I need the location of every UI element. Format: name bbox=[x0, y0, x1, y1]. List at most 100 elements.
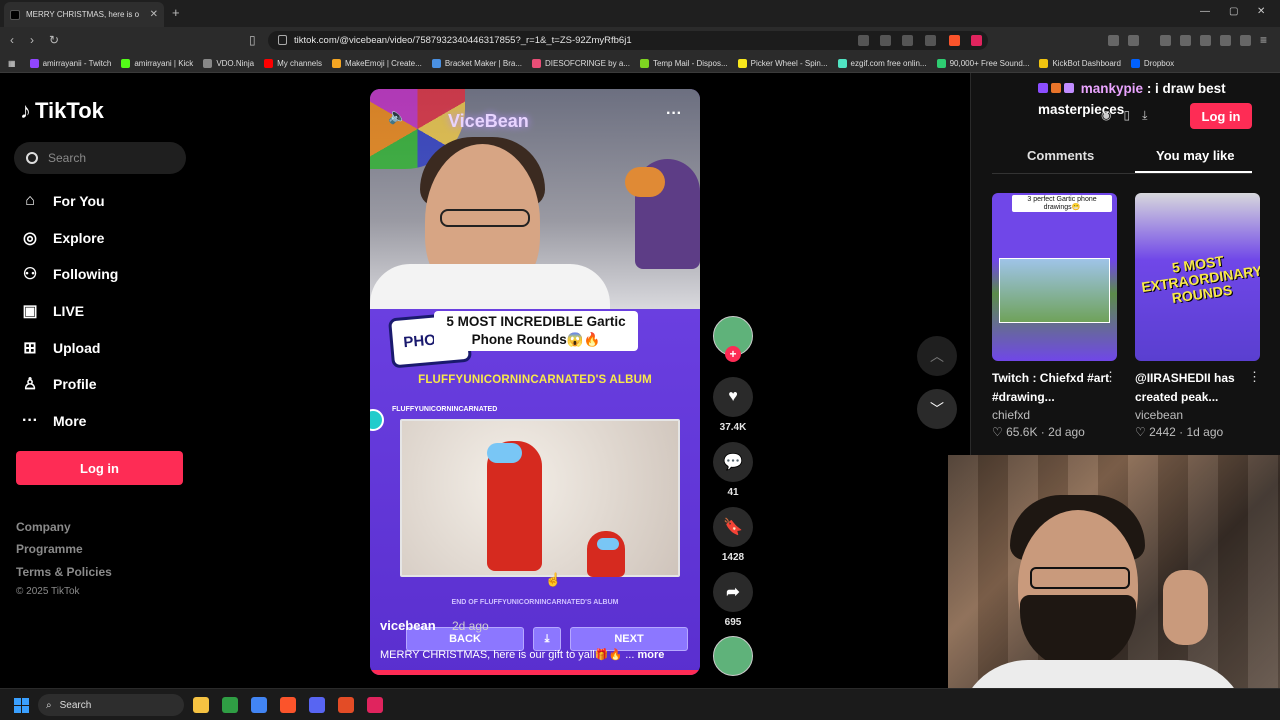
wallet-icon[interactable] bbox=[1200, 35, 1211, 46]
recommended-author[interactable]: vicebean bbox=[1135, 408, 1183, 422]
recommended-title[interactable]: Twitch : Chiefxd #art #drawing... bbox=[992, 369, 1117, 407]
bookmark-item[interactable]: Bracket Maker | Bra... bbox=[431, 58, 522, 68]
caption-more-button[interactable]: more bbox=[637, 649, 664, 661]
recommended-author[interactable]: chiefxd bbox=[992, 408, 1030, 422]
taskbar-app-icon[interactable] bbox=[338, 697, 354, 713]
tiktok-circle-icon[interactable]: ◉ bbox=[1101, 108, 1111, 123]
bookmark-label: Temp Mail - Dispos... bbox=[652, 58, 728, 68]
tab-close-icon[interactable]: ✕ bbox=[150, 9, 158, 20]
taskbar-app-icon[interactable] bbox=[193, 697, 209, 713]
vpn-icon[interactable] bbox=[1240, 35, 1251, 46]
tiktok-logo[interactable]: ♪ TikTok bbox=[20, 98, 104, 124]
nav-label: For You bbox=[53, 193, 105, 209]
nav-profile[interactable]: ♙ Profile bbox=[20, 374, 97, 394]
share-action[interactable]: ➦ 695 bbox=[713, 572, 753, 628]
maximize-icon[interactable]: ▢ bbox=[1229, 6, 1238, 17]
save-action[interactable]: 🔖 1428 bbox=[713, 507, 753, 563]
extensions-icon[interactable] bbox=[1108, 35, 1119, 46]
bookmark-item[interactable]: VDO.Ninja bbox=[203, 58, 254, 68]
bookmark-item[interactable]: MakeEmoji | Create... bbox=[332, 58, 422, 68]
taskbar-app-icon[interactable] bbox=[367, 697, 383, 713]
windows-start-icon[interactable] bbox=[14, 698, 29, 713]
footer-programme-link[interactable]: Programme bbox=[16, 542, 83, 556]
taskbar-app-icon[interactable] bbox=[222, 697, 238, 713]
nav-upload[interactable]: ⊞ Upload bbox=[20, 338, 100, 358]
plush-toy-orange bbox=[625, 167, 665, 197]
taskbar-app-icon[interactable] bbox=[280, 697, 296, 713]
video-progress-bar[interactable] bbox=[370, 670, 700, 675]
bookmark-item[interactable]: Dropbox bbox=[1130, 58, 1174, 68]
panel-icon[interactable] bbox=[1180, 35, 1191, 46]
sidebar-login-button[interactable]: Log in bbox=[16, 451, 183, 485]
mobile-icon[interactable]: ▯ bbox=[1123, 108, 1130, 123]
reload-icon[interactable]: ↻ bbox=[49, 33, 59, 47]
bookmark-item[interactable]: Temp Mail - Dispos... bbox=[639, 58, 728, 68]
bookmark-item[interactable]: 90,000+ Free Sound... bbox=[936, 58, 1029, 68]
new-tab-button[interactable]: + bbox=[172, 5, 180, 20]
nav-following[interactable]: ⚇ Following bbox=[20, 264, 119, 284]
video-options-icon[interactable]: ··· bbox=[666, 105, 682, 123]
back-icon[interactable]: ‹ bbox=[10, 33, 14, 47]
share-icon[interactable] bbox=[925, 35, 936, 46]
site-info-icon[interactable] bbox=[278, 35, 287, 45]
media-icon[interactable] bbox=[1160, 35, 1171, 46]
bookmark-item[interactable]: amirrayanii - Twitch bbox=[29, 58, 111, 68]
search-input[interactable]: Search bbox=[14, 142, 186, 174]
recommended-thumbnail[interactable]: 3 perfect Gartic phone drawings😁 bbox=[992, 193, 1117, 361]
like-action[interactable]: ♥ 37.4K bbox=[713, 377, 753, 433]
comment-action[interactable]: 💬 41 bbox=[713, 442, 753, 498]
footer-terms-link[interactable]: Terms & Policies bbox=[16, 565, 112, 579]
kebab-menu-icon[interactable]: ⋮ bbox=[1248, 369, 1261, 385]
bookmark-item[interactable]: My channels bbox=[264, 58, 322, 68]
taskbar-app-icon[interactable] bbox=[309, 697, 325, 713]
menu-icon[interactable]: ≡ bbox=[1260, 33, 1267, 47]
share-arrow-icon[interactable]: ➦ bbox=[713, 572, 753, 612]
bookmark-item[interactable]: ezgif.com free onlin... bbox=[837, 58, 927, 68]
video-author[interactable]: vicebean bbox=[380, 618, 436, 633]
header-login-button[interactable]: Log in bbox=[1190, 103, 1252, 129]
music-disc-avatar[interactable] bbox=[713, 636, 753, 676]
translate-icon[interactable] bbox=[858, 35, 869, 46]
brave-rewards-icon[interactable] bbox=[971, 35, 982, 46]
video-player[interactable]: ViceBean 🔈 ··· PHONE 5 MOST INCREDIBLE G… bbox=[370, 89, 700, 675]
close-window-icon[interactable]: ✕ bbox=[1257, 6, 1265, 17]
taskbar-search[interactable]: ⌕ Search bbox=[38, 694, 184, 716]
neon-sign: ViceBean bbox=[448, 111, 529, 131]
apps-grid-icon[interactable]: ▦ bbox=[8, 59, 16, 68]
cast-icon[interactable] bbox=[880, 35, 891, 46]
recommended-thumbnail[interactable]: 5 MOST EXTRAORDINARY ROUNDS bbox=[1135, 193, 1260, 361]
comment-icon[interactable]: 💬 bbox=[713, 442, 753, 482]
bookmark-item[interactable]: KickBot Dashboard bbox=[1039, 58, 1121, 68]
heart-icon[interactable]: ♥ bbox=[713, 377, 753, 417]
next-video-button[interactable]: ﹀ bbox=[917, 389, 957, 429]
download-icon[interactable]: ⤓ bbox=[1142, 108, 1147, 123]
volume-icon[interactable]: 🔈 bbox=[388, 107, 407, 125]
nav-more[interactable]: ··· More bbox=[20, 411, 86, 431]
bookmark-item[interactable]: Picker Wheel - Spin... bbox=[737, 58, 828, 68]
minimize-icon[interactable]: — bbox=[1200, 6, 1210, 17]
recommended-title[interactable]: @IIRASHEDII has created peak... bbox=[1135, 369, 1260, 407]
nav-label: Explore bbox=[53, 230, 105, 246]
tab-comments[interactable]: Comments bbox=[1027, 148, 1094, 163]
taskbar-app-icon[interactable] bbox=[251, 697, 267, 713]
tab-you-may-like[interactable]: You may like bbox=[1156, 148, 1235, 163]
nav-for-you[interactable]: ⌂ For You bbox=[20, 191, 105, 211]
sidebar-toggle-icon[interactable] bbox=[1128, 35, 1139, 46]
zoom-icon[interactable] bbox=[902, 35, 913, 46]
follow-plus-icon[interactable]: + bbox=[725, 346, 741, 362]
bookmark-item[interactable]: amirrayani | Kick bbox=[121, 58, 193, 68]
previous-video-button[interactable]: ︿ bbox=[917, 336, 957, 376]
forward-icon[interactable]: › bbox=[30, 33, 34, 47]
footer-company-link[interactable]: Company bbox=[16, 520, 71, 534]
leo-icon[interactable] bbox=[1220, 35, 1231, 46]
bookmark-save-icon[interactable]: 🔖 bbox=[713, 507, 753, 547]
brave-shield-icon[interactable] bbox=[949, 35, 960, 46]
bookmark-item[interactable]: DIESOFCRINGE by a... bbox=[532, 58, 630, 68]
kebab-menu-icon[interactable]: ⋮ bbox=[1104, 369, 1117, 385]
bookmark-favicon-icon bbox=[837, 58, 847, 68]
nav-live[interactable]: ▣ LIVE bbox=[20, 301, 84, 321]
taskbar-search-label: Search bbox=[59, 699, 92, 711]
bookmark-icon[interactable]: ▯ bbox=[249, 33, 256, 47]
browser-tab[interactable]: MERRY CHRISTMAS, here is o ✕ bbox=[4, 2, 164, 27]
nav-explore[interactable]: ◎ Explore bbox=[20, 228, 104, 248]
